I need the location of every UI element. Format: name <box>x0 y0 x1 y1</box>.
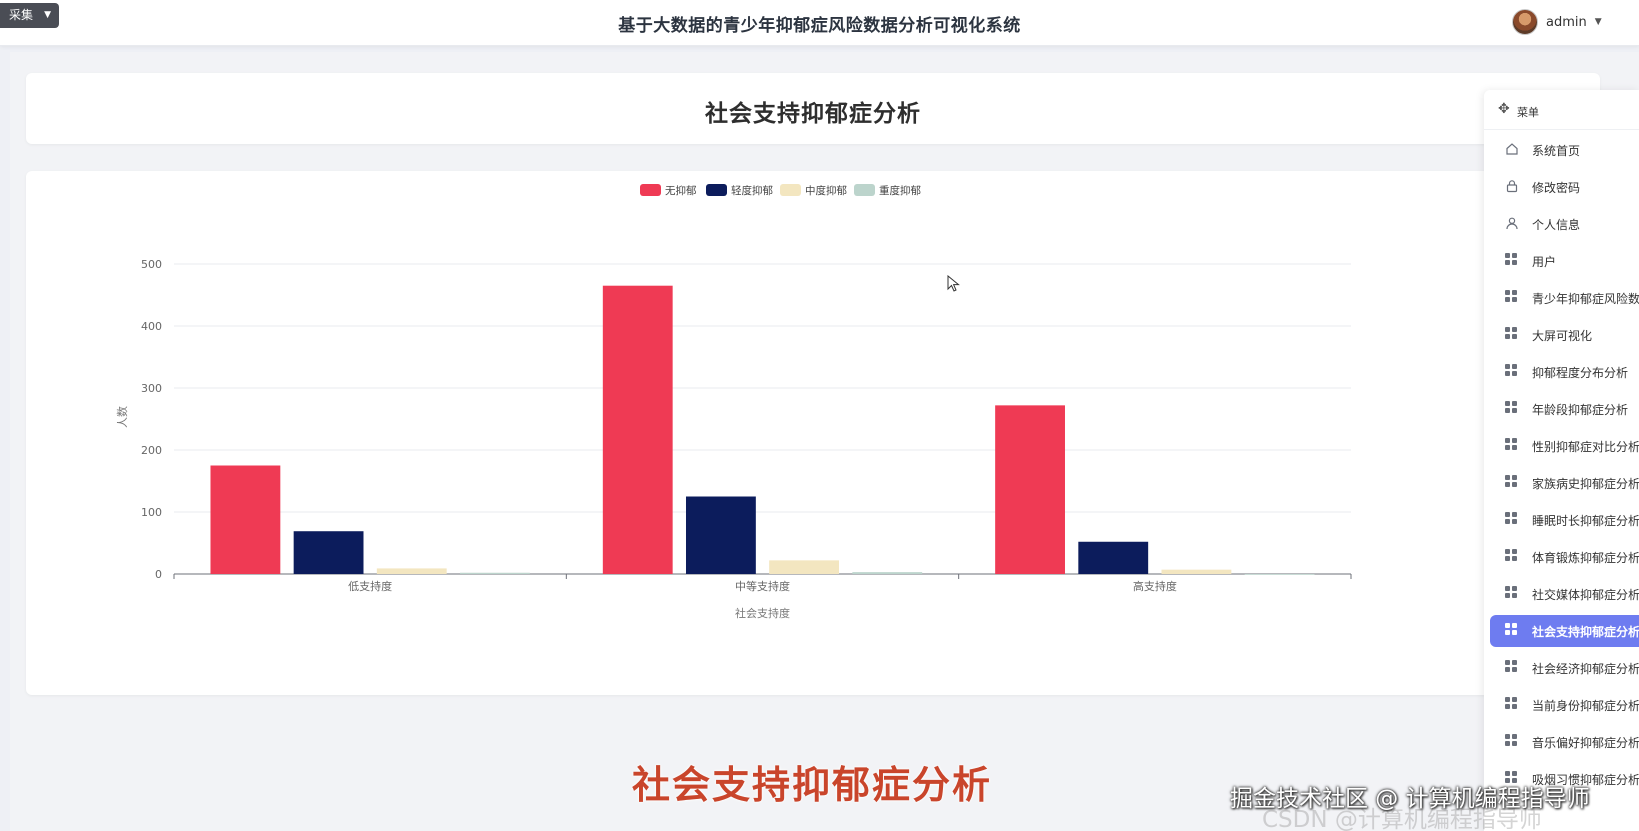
sidebar-item-label: 性别抑郁症对比分析 <box>1532 440 1639 454</box>
top-bar: 采集 ▼ 基于大数据的青少年抑郁症风险数据分析可视化系统 admin ▼ <box>0 0 1639 46</box>
sidebar-item-label: 体育锻炼抑郁症分析 <box>1532 551 1639 565</box>
grid-icon <box>1505 290 1519 304</box>
grid-icon <box>1505 401 1519 415</box>
sidebar-item[interactable]: 社会经济抑郁症分析 <box>1484 652 1639 684</box>
grid-icon <box>1505 734 1519 748</box>
grid-icon <box>1505 253 1519 267</box>
legend-label: 无抑郁 <box>665 184 697 197</box>
grid-icon <box>1505 475 1519 489</box>
caret-down-icon[interactable]: ▼ <box>1595 17 1602 27</box>
x-tick-label: 低支持度 <box>348 579 392 593</box>
avatar[interactable] <box>1512 9 1538 35</box>
x-axis-title: 社会支持度 <box>735 606 790 620</box>
y-tick-label: 400 <box>141 320 162 333</box>
legend-swatch <box>706 184 727 196</box>
bar <box>1078 541 1149 574</box>
bar <box>852 572 923 574</box>
legend-label: 重度抑郁 <box>879 184 921 197</box>
bar <box>995 405 1065 574</box>
sidebar-item[interactable]: 用户 <box>1484 245 1639 277</box>
sidebar-item-label: 大屏可视化 <box>1532 329 1593 343</box>
y-tick-label: 0 <box>155 568 162 581</box>
sidebar-item-label: 家族病史抑郁症分析 <box>1532 477 1639 491</box>
sidebar-item-label: 修改密码 <box>1532 181 1581 195</box>
bar <box>602 285 673 574</box>
lock-icon <box>1505 179 1519 193</box>
user-menu[interactable]: admin ▼ <box>1512 9 1602 35</box>
bar <box>210 465 281 574</box>
title-card: 社会支持抑郁症分析 <box>26 73 1600 144</box>
sidebar-item[interactable]: 修改密码 <box>1484 171 1639 203</box>
bar <box>769 560 840 574</box>
y-axis-title: 人数 <box>116 406 129 428</box>
sidebar-item[interactable]: 当前身份抑郁症分析 <box>1484 689 1639 721</box>
sidebar-item[interactable]: 性别抑郁症对比分析 <box>1484 430 1639 462</box>
sidebar-item-label: 社会经济抑郁症分析 <box>1532 662 1639 676</box>
bar <box>293 531 364 574</box>
move-icon[interactable]: ✥ <box>1498 101 1510 117</box>
sidebar-item-label: 青少年抑郁症风险数 <box>1532 292 1639 306</box>
sidebar-item-label: 当前身份抑郁症分析 <box>1532 699 1639 713</box>
sidebar-item[interactable]: 年龄段抑郁症分析 <box>1484 393 1639 425</box>
sidebar-item-label: 用户 <box>1532 255 1557 269</box>
sidebar-item[interactable]: 青少年抑郁症风险数 <box>1484 282 1639 314</box>
sidebar-item[interactable]: 抑郁程度分布分析 <box>1484 356 1639 388</box>
sidebar-item-label: 年龄段抑郁症分析 <box>1532 403 1629 417</box>
legend-swatch <box>854 184 875 196</box>
sidebar-item[interactable]: 睡眠时长抑郁症分析 <box>1484 504 1639 536</box>
app-title: 基于大数据的青少年抑郁症风险数据分析可视化系统 <box>618 16 1021 36</box>
sidebar-item-label: 系统首页 <box>1532 144 1581 158</box>
menu-title: 菜单 <box>1517 106 1539 119</box>
sidebar-item-label: 社交媒体抑郁症分析 <box>1532 588 1639 602</box>
grid-icon <box>1505 623 1519 637</box>
grid-icon <box>1505 327 1519 341</box>
x-tick-label: 中等支持度 <box>735 579 790 593</box>
x-tick-label: 高支持度 <box>1133 579 1177 593</box>
bar <box>685 496 756 574</box>
grid-icon <box>1505 438 1519 452</box>
bar <box>1244 574 1315 575</box>
sidebar-item-label: 音乐偏好抑郁症分析 <box>1532 736 1639 750</box>
sidebar-item[interactable]: 大屏可视化 <box>1484 319 1639 351</box>
bar <box>1161 569 1232 574</box>
bar <box>376 568 447 574</box>
legend-label: 轻度抑郁 <box>731 184 773 197</box>
legend-swatch <box>780 184 801 196</box>
grid-icon <box>1505 549 1519 563</box>
sidebar-item[interactable]: 社交媒体抑郁症分析 <box>1484 578 1639 610</box>
user-icon <box>1505 216 1519 230</box>
bar-chart: 0 100 200 300 400 500 低支持度 中等支持度 高支持度社会支持度 人数 无抑郁 轻… <box>116 184 1352 620</box>
sidebar-item[interactable]: 体育锻炼抑郁症分析 <box>1484 541 1639 573</box>
grid-icon <box>1505 660 1519 674</box>
grid-icon <box>1505 697 1519 711</box>
sidebar-item-label: 抑郁程度分布分析 <box>1532 366 1629 380</box>
y-tick-label: 100 <box>141 506 162 519</box>
sidebar-item[interactable]: 个人信息 <box>1484 208 1639 240</box>
bar <box>460 572 530 574</box>
sidebar-item[interactable]: 家族病史抑郁症分析 <box>1484 467 1639 499</box>
menu-header[interactable]: ✥ 菜单 <box>1484 90 1639 130</box>
grid-icon <box>1505 512 1519 526</box>
side-menu: ✥ 菜单 系统首页修改密码个人信息用户青少年抑郁症风险数 大屏可视化抑郁程度分布分… <box>1484 90 1639 831</box>
legend-swatch <box>640 184 661 196</box>
sidebar-item[interactable]: 社会支持抑郁症分析 <box>1490 615 1639 647</box>
y-tick-label: 500 <box>141 258 162 271</box>
grid-icon <box>1505 364 1519 378</box>
sidebar-item[interactable]: 系统首页 <box>1484 134 1639 166</box>
grid-icon <box>1505 586 1519 600</box>
home-icon <box>1505 142 1519 156</box>
username[interactable]: admin <box>1546 15 1587 30</box>
sidebar-item-label: 个人信息 <box>1532 218 1581 232</box>
sidebar-item-label: 社会支持抑郁症分析 <box>1532 625 1639 639</box>
sidebar-item-label: 睡眠时长抑郁症分析 <box>1532 514 1639 528</box>
legend-label: 中度抑郁 <box>805 184 847 197</box>
y-tick-label: 300 <box>141 382 162 395</box>
page-title: 社会支持抑郁症分析 <box>705 101 921 127</box>
mouse-cursor-icon <box>947 275 960 292</box>
juejin-watermark: 掘金技术社区 @ 计算机编程指导师 <box>1230 786 1590 812</box>
y-tick-label: 200 <box>141 444 162 457</box>
